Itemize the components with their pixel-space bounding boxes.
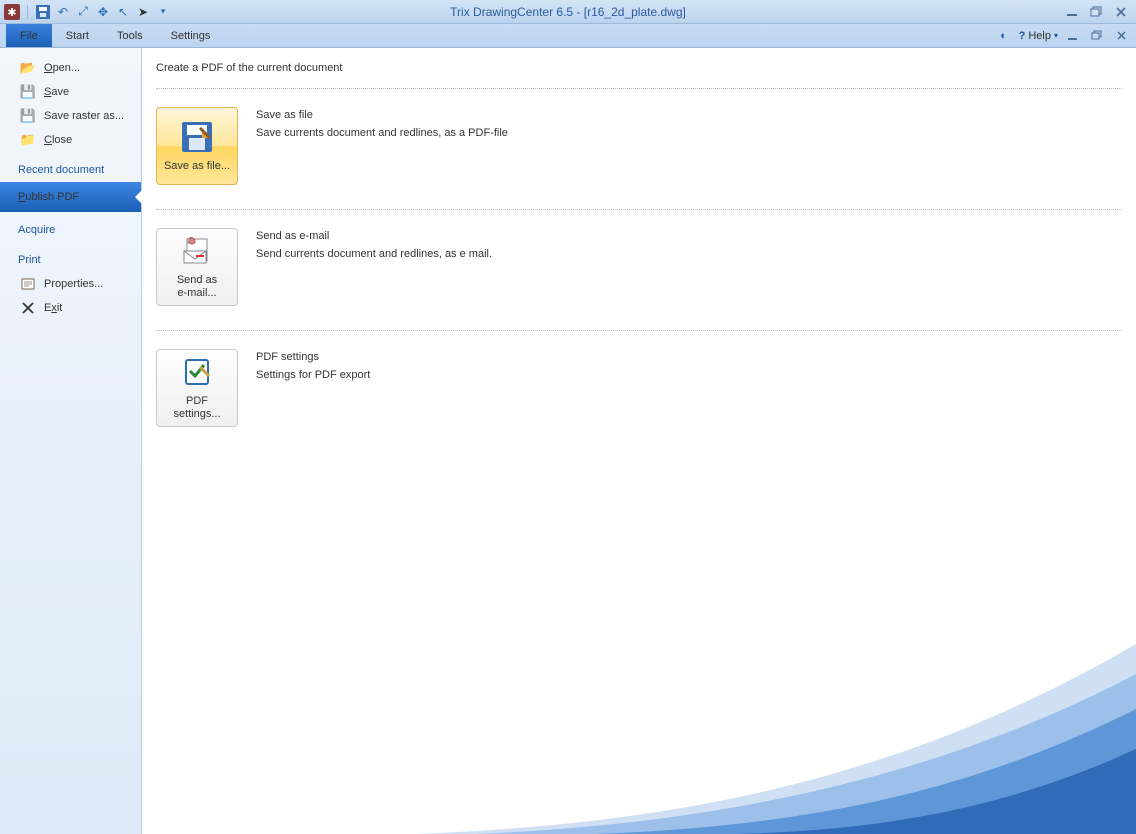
sidebar-item-acquire[interactable]: Acquire (0, 212, 141, 242)
save-icon: 💾 (20, 84, 36, 100)
sidebar-item-save: 💾 Save (0, 80, 141, 104)
sidebar-item-open[interactable]: 📂 Open... (0, 56, 141, 80)
menu-bar: File Start Tools Settings ◐ ? Help ▾ (0, 24, 1136, 48)
folder-close-icon: 📁 (20, 132, 36, 148)
menu-help[interactable]: ? Help ▾ (1019, 30, 1058, 42)
sidebar-label: Save raster as... (44, 110, 124, 122)
pan-icon[interactable]: ✥ (95, 4, 111, 20)
save-file-icon (180, 120, 214, 154)
pdf-settings-button[interactable]: PDF settings... (156, 349, 238, 427)
divider (156, 209, 1122, 210)
divider (156, 88, 1122, 89)
properties-icon (20, 276, 36, 292)
app-body: 📂 Open... 💾 Save 💾 Save raster as... 📁 C… (0, 48, 1136, 834)
menu-tools[interactable]: Tools (103, 24, 157, 47)
menu-file[interactable]: File (6, 24, 52, 47)
sidebar-label: Properties... (44, 278, 103, 290)
action-detail: Send currents document and redlines, as … (256, 248, 492, 260)
title-bar: ✱ ↶ ⤢ ✥ ↖ ➤ ▾ Trix DrawingCenter 6.5 - [… (0, 0, 1136, 24)
style-icon[interactable]: ◐ (995, 29, 1013, 43)
action-pdf-settings: PDF settings... PDF settings Settings fo… (156, 349, 1122, 427)
folder-open-icon: 📂 (20, 60, 36, 76)
sidebar-item-print[interactable]: Print (0, 242, 141, 272)
pointer-icon[interactable]: ➤ (135, 4, 151, 20)
divider (156, 330, 1122, 331)
save-raster-icon: 💾 (20, 108, 36, 124)
sidebar: 📂 Open... 💾 Save 💾 Save raster as... 📁 C… (0, 48, 142, 834)
action-detail: Save currents document and redlines, as … (256, 127, 508, 139)
page-heading: Create a PDF of the current document (156, 62, 1122, 74)
minimize-icon[interactable] (1064, 5, 1082, 19)
action-detail: Settings for PDF export (256, 369, 370, 381)
restore-icon[interactable] (1088, 5, 1106, 19)
send-email-button[interactable]: Send as e‑mail... (156, 228, 238, 306)
sidebar-item-publish-pdf[interactable]: Publish PDF (0, 182, 141, 212)
pointer-select-icon[interactable]: ↖ (115, 4, 131, 20)
help-icon: ? (1019, 30, 1026, 42)
settings-doc-icon (180, 355, 214, 389)
action-save-as-file: Save as file... Save as file Save curren… (156, 107, 1122, 185)
sidebar-label: Save (44, 86, 69, 98)
exit-icon (20, 300, 36, 316)
action-description: Send as e-mail Send currents document an… (256, 228, 492, 260)
doc-close-icon[interactable] (1112, 29, 1130, 43)
action-title: PDF settings (256, 351, 370, 363)
sidebar-item-recent[interactable]: Recent document (0, 152, 141, 182)
doc-restore-icon[interactable] (1088, 29, 1106, 43)
button-label: PDF settings... (161, 395, 233, 420)
chevron-down-icon: ▾ (1054, 31, 1058, 40)
decorative-swoosh (416, 614, 1136, 834)
sidebar-item-exit[interactable]: Exit (0, 296, 141, 320)
action-title: Send as e-mail (256, 230, 492, 242)
close-icon[interactable] (1112, 5, 1130, 19)
sidebar-label: Close (44, 134, 72, 146)
svg-text:✱: ✱ (7, 7, 16, 19)
save-icon[interactable] (35, 4, 51, 20)
action-title: Save as file (256, 109, 508, 121)
help-label: Help (1028, 30, 1051, 42)
separator (27, 5, 28, 19)
dropdown-icon[interactable]: ▾ (155, 4, 171, 20)
window-controls (1064, 5, 1130, 19)
button-label: Send as e‑mail... (161, 274, 233, 299)
sidebar-item-close[interactable]: 📁 Close (0, 128, 141, 152)
button-label: Save as file... (164, 160, 230, 173)
sidebar-item-save-raster: 💾 Save raster as... (0, 104, 141, 128)
doc-minimize-icon[interactable] (1064, 29, 1082, 43)
sidebar-label: Open... (44, 62, 80, 74)
menu-start[interactable]: Start (52, 24, 103, 47)
sidebar-label: Exit (44, 302, 62, 314)
toolbar-quick: ✱ ↶ ⤢ ✥ ↖ ➤ ▾ (4, 4, 171, 20)
content-area: Create a PDF of the current document Sav… (142, 48, 1136, 834)
action-description: PDF settings Settings for PDF export (256, 349, 370, 381)
save-as-file-button[interactable]: Save as file... (156, 107, 238, 185)
menu-settings[interactable]: Settings (157, 24, 225, 47)
sidebar-item-properties[interactable]: Properties... (0, 272, 141, 296)
action-description: Save as file Save currents document and … (256, 107, 508, 139)
sidebar-label: Publish PDF (18, 191, 79, 203)
app-icon: ✱ (4, 4, 20, 20)
action-send-email: Send as e‑mail... Send as e-mail Send cu… (156, 228, 1122, 306)
undo-icon[interactable]: ↶ (55, 4, 71, 20)
zoom-icon[interactable]: ⤢ (75, 4, 91, 20)
email-icon (180, 234, 214, 268)
